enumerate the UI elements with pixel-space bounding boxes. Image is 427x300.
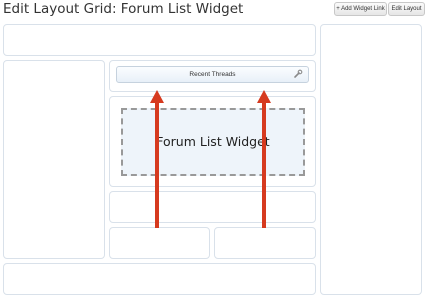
layout-cell-middle[interactable] [109, 191, 316, 223]
forum-list-widget-placeholder[interactable]: Forum List Widget [121, 108, 305, 176]
recent-threads-title: Recent Threads [189, 71, 236, 78]
widget-cell-drop-area[interactable]: Forum List Widget [109, 96, 316, 187]
widget-cell-header[interactable]: Recent Threads [109, 60, 316, 92]
layout-cell-footer[interactable] [3, 263, 316, 295]
layout-cell-right-sidebar[interactable] [320, 24, 422, 295]
edit-layout-button[interactable]: Edit Layout [388, 2, 425, 16]
add-widget-link-button[interactable]: + Add Widget Link [334, 2, 387, 16]
forum-list-widget-label: Forum List Widget [156, 134, 270, 149]
layout-cell-left-sidebar[interactable] [3, 60, 105, 259]
recent-threads-widget[interactable]: Recent Threads [116, 66, 309, 83]
wrench-icon[interactable] [293, 69, 303, 79]
layout-cell-bottom-left[interactable] [109, 227, 210, 259]
layout-cell-top[interactable] [3, 24, 316, 56]
page-title: Edit Layout Grid: Forum List Widget [3, 1, 244, 17]
layout-cell-bottom-right[interactable] [214, 227, 316, 259]
